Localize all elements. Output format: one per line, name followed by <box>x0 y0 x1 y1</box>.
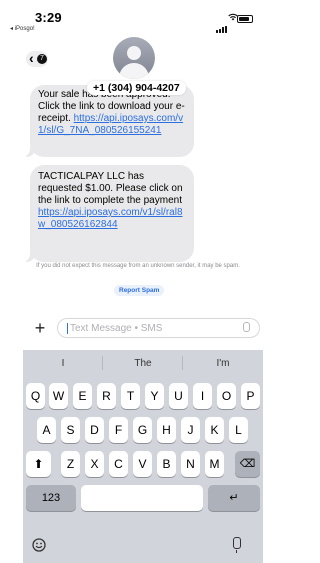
message-input-placeholder: Text Message • SMS <box>70 323 163 334</box>
report-spam-button[interactable]: Report Spam <box>114 285 165 296</box>
suggestion[interactable]: The <box>105 358 181 369</box>
key-q[interactable]: Q <box>26 383 45 409</box>
back-to-app-link[interactable]: ◂ iPosgo! <box>10 25 35 32</box>
key-r[interactable]: R <box>97 383 116 409</box>
suggestion[interactable]: I'm <box>185 358 261 369</box>
emoji-icon[interactable] <box>32 538 46 552</box>
space-key[interactable] <box>81 485 203 511</box>
dictation-icon[interactable] <box>233 537 241 553</box>
plus-icon[interactable]: + <box>32 319 48 337</box>
suggestion[interactable]: I <box>25 358 101 369</box>
key-l[interactable]: L <box>229 417 248 443</box>
key-b[interactable]: B <box>157 451 176 477</box>
key-u[interactable]: U <box>169 383 188 409</box>
key-p[interactable]: P <box>241 383 260 409</box>
numbers-key[interactable]: 123 <box>26 485 76 511</box>
key-e[interactable]: E <box>73 383 92 409</box>
message-link[interactable]: https://api.iposays.com/v1/sl/ral8w_0805… <box>38 207 183 230</box>
key-o[interactable]: O <box>217 383 236 409</box>
status-time: 3:29 <box>35 10 62 25</box>
person-icon <box>127 46 141 60</box>
delete-key[interactable]: ⌫ <box>235 451 260 477</box>
key-n[interactable]: N <box>181 451 200 477</box>
key-d[interactable]: D <box>85 417 104 443</box>
key-z[interactable]: Z <box>61 451 80 477</box>
key-j[interactable]: J <box>181 417 200 443</box>
key-x[interactable]: X <box>85 451 104 477</box>
key-s[interactable]: S <box>61 417 80 443</box>
status-bar: 3:29 ◂ iPosgo! <box>0 0 263 34</box>
chevron-left-icon: ‹ <box>29 50 34 66</box>
message-bubble[interactable]: Your sale has been approved. Click the l… <box>22 85 194 157</box>
key-a[interactable]: A <box>37 417 56 443</box>
key-h[interactable]: H <box>157 417 176 443</box>
back-button[interactable]: ‹ 7 <box>26 50 48 67</box>
shift-key[interactable]: ⬆ <box>26 451 51 477</box>
spam-notice: If you did not expect this message from … <box>36 263 240 269</box>
keyboard: I The I'm Q W E R T Y U I O P A S D F G … <box>23 350 263 563</box>
key-f[interactable]: F <box>109 417 128 443</box>
message-text: TACTICALPAY LLC has requested $1.00. Ple… <box>38 171 183 206</box>
return-key[interactable]: ↵ <box>208 485 260 511</box>
key-t[interactable]: T <box>121 383 140 409</box>
key-w[interactable]: W <box>49 383 68 409</box>
key-m[interactable]: M <box>205 451 224 477</box>
key-k[interactable]: K <box>205 417 224 443</box>
cellular-signal-icon <box>216 15 228 33</box>
battery-icon <box>237 15 253 23</box>
unread-count-badge: 7 <box>37 54 47 64</box>
key-c[interactable]: C <box>109 451 128 477</box>
text-caret <box>67 323 68 334</box>
key-y[interactable]: Y <box>145 383 164 409</box>
key-v[interactable]: V <box>133 451 152 477</box>
message-bubble[interactable]: TACTICALPAY LLC has requested $1.00. Ple… <box>22 165 194 262</box>
contact-avatar[interactable] <box>113 37 155 79</box>
message-input[interactable]: Text Message • SMS <box>57 318 260 338</box>
key-g[interactable]: G <box>133 417 152 443</box>
key-i[interactable]: I <box>193 383 212 409</box>
contact-name[interactable]: +1 (304) 904-4207 <box>87 81 186 95</box>
microphone-icon[interactable] <box>243 322 250 332</box>
